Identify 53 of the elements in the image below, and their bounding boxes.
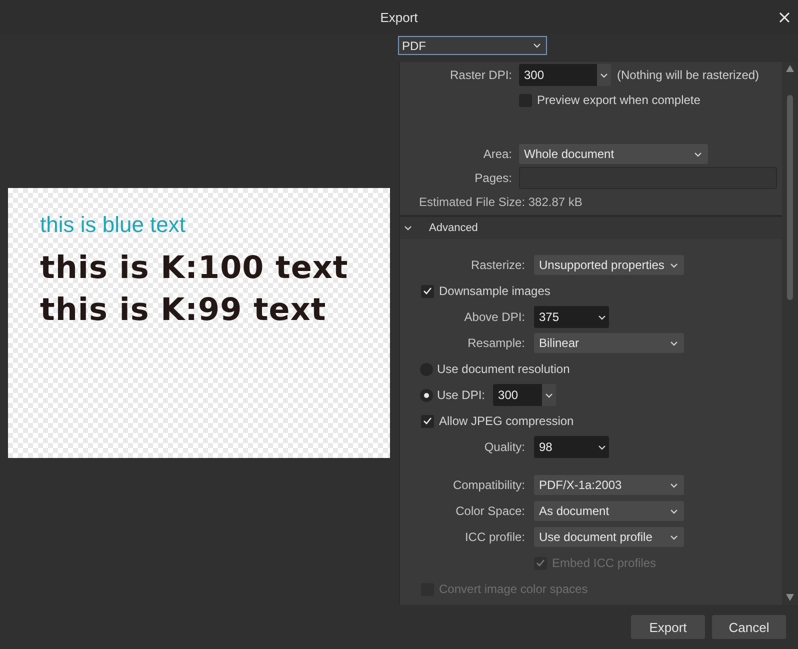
field-label: Resample:	[466, 336, 526, 350]
scroll-down-icon[interactable]	[786, 594, 794, 601]
dropdown[interactable]: Use document profile	[534, 527, 684, 547]
value-field[interactable]: 98	[534, 436, 595, 458]
radio-label: Use DPI:	[437, 388, 486, 402]
field-label: Area:	[482, 147, 513, 161]
field-label: Compatibility:	[452, 478, 526, 492]
field-label: ICC profile:	[464, 530, 526, 544]
field-label: Pages:	[474, 171, 513, 185]
caret-icon	[670, 482, 678, 488]
section-header[interactable]: Advanced	[400, 215, 782, 239]
field-label: Rasterize:	[470, 258, 526, 272]
caret-icon	[598, 444, 606, 450]
field-label: Color Space:	[454, 504, 526, 518]
caret-icon	[545, 392, 554, 398]
window-title: Export	[380, 10, 418, 24]
value-field[interactable]: 375	[534, 306, 595, 328]
caret-icon	[670, 508, 678, 514]
dialog-button[interactable]: Export	[631, 615, 705, 639]
scroll-up-icon[interactable]	[786, 65, 794, 72]
checkbox-label: Allow JPEG compression	[439, 414, 574, 428]
value-field[interactable]: 300	[519, 64, 597, 86]
dropdown[interactable]: PDF/X-1a:2003	[534, 475, 684, 495]
caret-icon	[670, 340, 678, 346]
checkbox[interactable]	[421, 414, 434, 428]
dropdown[interactable]: Bilinear	[534, 333, 684, 353]
radio-label: Use document resolution	[437, 362, 570, 376]
document-text: this is K:100 text	[40, 250, 348, 286]
caret-icon	[533, 43, 541, 48]
format-dropdown[interactable]: PDF	[398, 36, 547, 55]
caret-icon	[598, 314, 606, 320]
dropdown[interactable]: Whole document	[519, 144, 708, 164]
dropdown[interactable]: As document	[534, 501, 684, 521]
value-field[interactable]: 300	[493, 384, 542, 406]
document-text: this is blue text	[40, 212, 186, 238]
dropdown[interactable]: Unsupported properties	[534, 255, 684, 275]
section-title: Advanced	[429, 222, 478, 234]
checkbox[interactable]	[421, 284, 434, 298]
field-label: Above DPI:	[463, 310, 526, 324]
caret-icon	[670, 262, 678, 268]
file-size-text: Estimated File Size: 382.87 kB	[418, 195, 582, 209]
scrollbar-thumb[interactable]	[787, 95, 793, 300]
caret-icon	[600, 72, 608, 78]
field-label: Raster DPI:	[448, 68, 513, 82]
hint-text: (Nothing will be rasterized)	[617, 68, 760, 82]
document-text: this is K:99 text	[40, 292, 326, 328]
field-label: Quality:	[483, 440, 526, 454]
dialog-button[interactable]: Cancel	[712, 615, 786, 639]
checkbox-label: Preview export when complete	[537, 93, 700, 107]
caret-icon	[670, 534, 678, 540]
checkbox-label: Downsample images	[439, 284, 550, 298]
caret-icon	[694, 152, 702, 156]
radio-button[interactable]	[420, 388, 433, 402]
